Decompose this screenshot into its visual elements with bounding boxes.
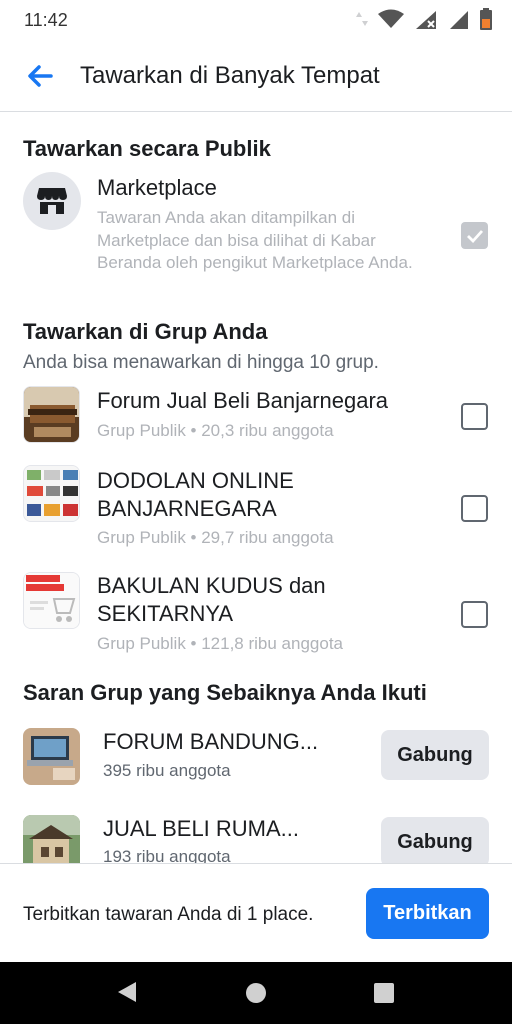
suggested-group-thumbnail — [23, 815, 80, 863]
data-arrows-icon — [356, 12, 368, 26]
app-bar: Tawarkan di Banyak Tempat — [0, 40, 512, 112]
suggested-group-thumbnail — [23, 728, 80, 785]
page-title: Tawarkan di Banyak Tempat — [80, 62, 380, 89]
check-icon — [466, 229, 483, 243]
signal-icon — [450, 11, 468, 29]
house-photo-icon — [23, 815, 80, 863]
groups-section-title: Tawarkan di Grup Anda — [23, 319, 268, 344]
laptop-photo-icon — [23, 728, 80, 785]
group-collage-icon — [24, 466, 79, 521]
marketplace-icon — [23, 172, 81, 230]
suggested-group-name: JUAL BELI RUMA... — [103, 816, 300, 841]
status-icons — [356, 8, 492, 30]
group-name: DODOLAN ONLINE BANJARNEGARA — [97, 468, 294, 521]
online-shopping-icon — [24, 573, 79, 628]
group-checkbox[interactable] — [461, 403, 488, 430]
wifi-icon — [378, 9, 404, 28]
group-meta: Grup Publik • 29,7 ribu anggota — [97, 528, 334, 547]
publish-button[interactable]: Terbitkan — [366, 888, 489, 939]
public-section-title: Tawarkan secara Publik — [23, 136, 271, 161]
join-group-button[interactable]: Gabung — [381, 730, 489, 780]
nav-recents-icon[interactable] — [373, 982, 395, 1004]
suggest-section-title: Saran Grup yang Sebaiknya Anda Ikuti — [23, 680, 427, 705]
group-meta: Grup Publik • 121,8 ribu anggota — [97, 634, 344, 653]
join-group-button[interactable]: Gabung — [381, 817, 489, 863]
group-photo-icon — [24, 387, 79, 442]
status-bar: 11:42 — [0, 0, 512, 40]
group-name: BAKULAN KUDUS dan SEKITARNYA — [97, 573, 326, 626]
publish-summary: Terbitkan tawaran Anda di 1 place. — [23, 904, 314, 925]
suggested-group-meta: 193 ribu anggota — [103, 847, 231, 863]
nav-back-icon[interactable] — [116, 980, 138, 1004]
marketplace-title: Marketplace — [97, 175, 217, 200]
bottom-action-bar: Terbitkan tawaran Anda di 1 place. Terbi… — [0, 863, 512, 962]
status-time: 11:42 — [24, 10, 68, 30]
group-name: Forum Jual Beli Banjarnegara — [97, 388, 389, 413]
marketplace-checkbox[interactable] — [461, 222, 488, 249]
marketplace-description: Tawaran Anda akan ditampilkan di Marketp… — [97, 208, 413, 272]
store-icon — [37, 188, 67, 214]
group-checkbox[interactable] — [461, 495, 488, 522]
group-checkbox[interactable] — [461, 601, 488, 628]
nav-home-icon[interactable] — [245, 982, 267, 1004]
arrow-left-icon — [28, 65, 53, 87]
battery-icon — [480, 8, 492, 30]
signal-x-icon — [416, 11, 436, 29]
system-nav-bar — [0, 962, 512, 1024]
suggested-group-meta: 395 ribu anggota — [103, 761, 231, 780]
group-meta: Grup Publik • 20,3 ribu anggota — [97, 421, 334, 440]
main-content[interactable]: Tawarkan secara Publik Marketplace Tawar… — [0, 113, 512, 863]
group-thumbnail — [23, 465, 80, 522]
group-thumbnail — [23, 386, 80, 443]
groups-section-subtitle: Anda bisa menawarkan di hingga 10 grup. — [23, 352, 379, 373]
back-button[interactable] — [20, 60, 60, 92]
suggested-group-name: FORUM BANDUNG... — [103, 729, 319, 754]
group-thumbnail — [23, 572, 80, 629]
